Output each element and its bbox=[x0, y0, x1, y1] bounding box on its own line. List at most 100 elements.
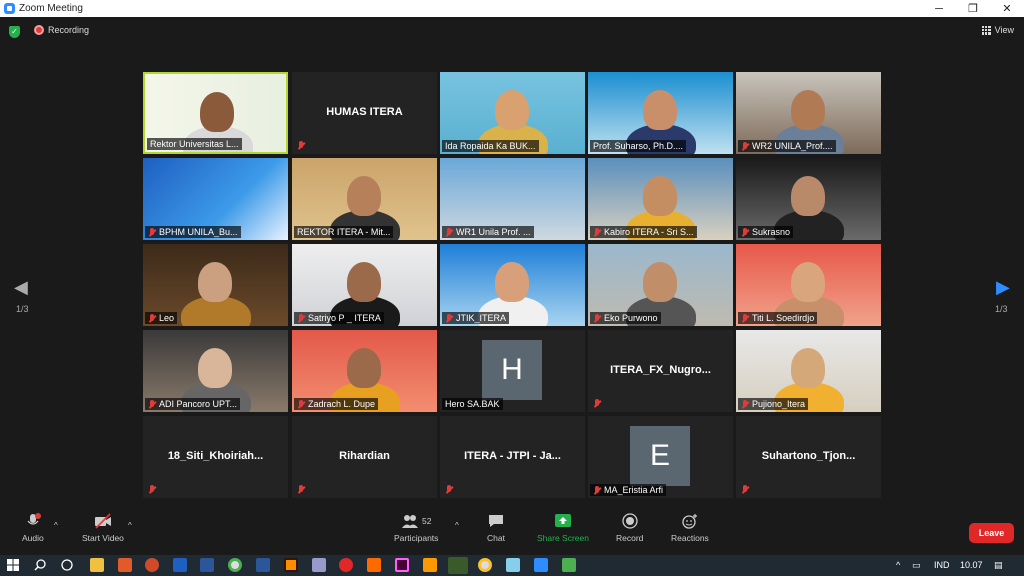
participant-tile[interactable]: Leo bbox=[143, 244, 288, 326]
participant-tile[interactable]: JTIK_ITERA bbox=[440, 244, 585, 326]
close-button[interactable]: ✕ bbox=[990, 0, 1024, 17]
search-icon[interactable] bbox=[34, 559, 46, 571]
participant-name: Titi L. Soedirdjo bbox=[752, 313, 815, 323]
powerpoint-icon[interactable] bbox=[145, 558, 159, 572]
muted-mic-icon bbox=[297, 313, 305, 323]
input-language[interactable]: IND bbox=[934, 560, 950, 570]
page-indicator-left: 1/3 bbox=[16, 304, 29, 314]
task-view-icon[interactable] bbox=[61, 559, 73, 571]
audio-options-chevron-icon[interactable]: ^ bbox=[54, 521, 58, 530]
muted-mic-icon bbox=[148, 227, 156, 237]
participant-tile[interactable]: HUMAS ITERA bbox=[292, 72, 437, 154]
participant-tile[interactable]: Satriyo P _ ITERA bbox=[292, 244, 437, 326]
participant-name-tag: Eko Purwono bbox=[590, 312, 661, 324]
view-button[interactable]: View bbox=[981, 25, 1014, 35]
zoom-taskbar-icon[interactable] bbox=[534, 558, 548, 572]
word-icon[interactable] bbox=[200, 558, 214, 572]
taskbar-app-icon[interactable] bbox=[562, 558, 576, 572]
participant-tile[interactable]: REKTOR ITERA - Mit... bbox=[292, 158, 437, 240]
participant-tile[interactable]: H Hero SA.BAK bbox=[440, 330, 585, 412]
participant-tile[interactable]: Prof. Suharso, Ph.D.... bbox=[588, 72, 733, 154]
file-explorer-icon[interactable] bbox=[90, 558, 104, 572]
windows-start-icon[interactable] bbox=[7, 559, 19, 571]
recording-indicator[interactable]: Recording bbox=[34, 25, 89, 35]
taskbar-app-icon[interactable] bbox=[367, 558, 381, 572]
participant-avatar: H bbox=[482, 340, 542, 400]
page-indicator-right: 1/3 bbox=[995, 304, 1008, 314]
taskbar-app-icon[interactable] bbox=[312, 558, 326, 572]
clock-time[interactable]: 10.07 bbox=[960, 560, 983, 570]
minimize-button[interactable]: ─ bbox=[922, 0, 956, 17]
participant-tile[interactable]: Rektor Universitas L... bbox=[143, 72, 288, 154]
audio-button[interactable]: Audio bbox=[22, 513, 44, 543]
video-options-chevron-icon[interactable]: ^ bbox=[128, 521, 132, 530]
next-page-arrow-icon[interactable]: ▶ bbox=[996, 277, 1010, 298]
show-hidden-icons-icon[interactable]: ^ bbox=[896, 560, 900, 570]
participant-name: Kabiro ITERA - Sri S... bbox=[604, 227, 694, 237]
participant-tile[interactable]: Ida Ropaida Ka BUK... bbox=[440, 72, 585, 154]
share-screen-button[interactable]: Share Screen bbox=[537, 513, 589, 543]
participant-face bbox=[643, 262, 677, 302]
participant-name-tag: Titi L. Soedirdjo bbox=[738, 312, 818, 324]
participant-tile[interactable]: Pujiono_Itera bbox=[736, 330, 881, 412]
start-video-label: Start Video bbox=[82, 533, 124, 543]
participant-name-large: Rihardian bbox=[339, 450, 390, 462]
taskbar-app-icon[interactable] bbox=[506, 558, 520, 572]
participant-name-tag: JTIK_ITERA bbox=[442, 312, 510, 324]
participant-tile[interactable]: BPHM UNILA_Bu... bbox=[143, 158, 288, 240]
chrome-canary-icon[interactable] bbox=[478, 558, 492, 572]
participant-name-large: ITERA - JTPI - Ja... bbox=[464, 450, 561, 462]
network-icon[interactable]: ▭ bbox=[912, 560, 921, 571]
participant-tile[interactable]: Titi L. Soedirdjo bbox=[736, 244, 881, 326]
participant-name-tag: BPHM UNILA_Bu... bbox=[145, 226, 241, 238]
participant-tile[interactable]: Sukrasno bbox=[736, 158, 881, 240]
chrome-icon[interactable] bbox=[228, 558, 242, 572]
participant-tile[interactable]: 18_Siti_Khoiriah... bbox=[143, 416, 288, 498]
taskbar-app-icon[interactable] bbox=[256, 558, 270, 572]
maximize-button[interactable]: ❐ bbox=[956, 0, 990, 17]
muted-mic-icon bbox=[445, 485, 453, 494]
participants-icon bbox=[401, 515, 418, 528]
participant-tile[interactable]: ADI Pancoro UPT... bbox=[143, 330, 288, 412]
participant-tile[interactable]: ITERA_FX_Nugro... bbox=[588, 330, 733, 412]
participant-tile[interactable]: E MA_Eristia Arfi bbox=[588, 416, 733, 498]
taskbar-app-active-icon[interactable] bbox=[448, 557, 468, 574]
security-shield-icon[interactable]: ✓ bbox=[9, 26, 20, 38]
leave-button[interactable]: Leave bbox=[969, 523, 1014, 543]
participant-name-large: Suhartono_Tjon... bbox=[761, 450, 856, 462]
microphone-icon bbox=[27, 513, 41, 525]
participant-tile[interactable]: WR2 UNILA_Prof.... bbox=[736, 72, 881, 154]
muted-mic-icon bbox=[741, 485, 749, 494]
record-button[interactable]: Record bbox=[616, 513, 643, 543]
participant-tile[interactable]: Rihardian bbox=[292, 416, 437, 498]
start-video-button[interactable]: Start Video bbox=[82, 513, 124, 543]
reactions-button[interactable]: Reactions bbox=[671, 513, 709, 543]
participant-tile[interactable]: WR1 Unila Prof. ... bbox=[440, 158, 585, 240]
participant-tile[interactable]: Zadrach L. Dupe bbox=[292, 330, 437, 412]
chat-button[interactable]: Chat bbox=[487, 513, 505, 543]
prev-page-arrow-icon[interactable]: ◀ bbox=[14, 277, 28, 298]
adobe-xd-icon[interactable] bbox=[395, 558, 409, 572]
participants-button[interactable]: 52 Participants bbox=[394, 513, 438, 543]
participant-tile[interactable]: Eko Purwono bbox=[588, 244, 733, 326]
illustrator-icon[interactable] bbox=[284, 558, 298, 572]
participant-tile[interactable]: ITERA - JTPI - Ja... bbox=[440, 416, 585, 498]
recording-dot-icon bbox=[34, 25, 44, 35]
muted-mic-icon bbox=[593, 313, 601, 323]
muted-mic-icon bbox=[445, 227, 453, 237]
notifications-icon[interactable]: ▤ bbox=[994, 560, 1003, 571]
participants-label: Participants bbox=[394, 533, 439, 543]
participant-tile[interactable]: Kabiro ITERA - Sri S... bbox=[588, 158, 733, 240]
smiley-plus-icon bbox=[682, 514, 697, 529]
excel-icon[interactable] bbox=[173, 558, 187, 572]
participant-name: WR2 UNILA_Prof.... bbox=[752, 141, 833, 151]
participants-options-chevron-icon[interactable]: ^ bbox=[455, 521, 459, 530]
opera-icon[interactable] bbox=[339, 558, 353, 572]
record-icon bbox=[622, 513, 638, 529]
participant-tile[interactable]: Suhartono_Tjon... bbox=[736, 416, 881, 498]
taskbar-app-icon[interactable] bbox=[118, 558, 132, 572]
taskbar-app-icon[interactable] bbox=[423, 558, 437, 572]
participant-name-tag: Zadrach L. Dupe bbox=[294, 398, 379, 410]
muted-mic-icon bbox=[148, 399, 156, 409]
windows-taskbar: ^ ▭ IND 10.07 ▤ bbox=[0, 555, 1024, 576]
